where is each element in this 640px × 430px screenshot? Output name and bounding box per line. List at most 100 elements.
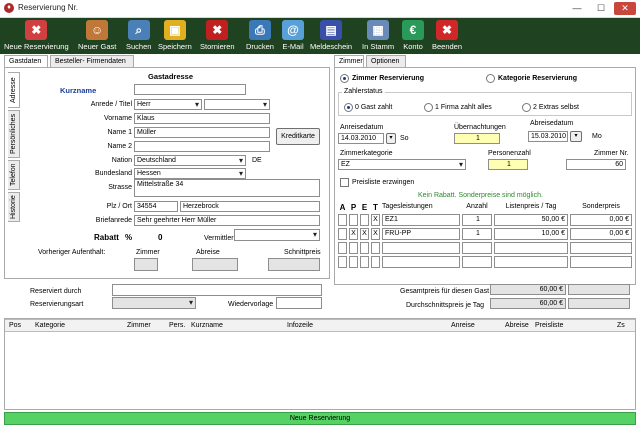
tab-optionen[interactable]: Optionen — [366, 55, 406, 67]
vtab-historie[interactable]: Historie — [8, 192, 20, 222]
minimize-button[interactable]: — — [566, 2, 588, 15]
zimmerkategorie-select[interactable]: EZ — [338, 159, 466, 170]
nation-code: DE — [252, 157, 262, 164]
reserviert-durch-input[interactable] — [112, 284, 322, 296]
services-cell-p[interactable] — [349, 256, 358, 268]
zimmer-nr-input[interactable]: 60 — [566, 159, 626, 170]
vorname-input[interactable]: Klaus — [134, 113, 270, 124]
abreise-input[interactable]: 15.03.2010 — [528, 131, 568, 142]
services-cell-t[interactable]: X — [371, 214, 380, 226]
zahl-option-2-radio[interactable] — [522, 103, 531, 112]
nation-select[interactable]: Deutschland — [134, 155, 246, 166]
bundesland-select[interactable]: Hessen — [134, 168, 246, 179]
toolbar-button-cancel[interactable]: ✖ Stornieren — [200, 18, 235, 54]
column-header[interactable]: Zimmer — [127, 322, 151, 329]
column-header[interactable]: Pos — [9, 322, 21, 329]
strasse-input[interactable]: Mittelstraße 34 — [134, 179, 320, 197]
column-header[interactable]: Kategorie — [35, 322, 65, 329]
toolbar-button-account[interactable]: € Konto — [402, 18, 424, 54]
services-cell-sonder[interactable]: 0,00 € — [570, 214, 632, 226]
services-cell-listen[interactable]: 10,00 € — [494, 228, 568, 240]
toolbar-button-exit[interactable]: ✖ Beenden — [432, 18, 462, 54]
abreise-calendar-icon[interactable]: ▾ — [570, 131, 582, 142]
column-header[interactable]: Infozeile — [287, 322, 313, 329]
services-cell-tag[interactable] — [382, 242, 460, 254]
column-header[interactable]: Abreise — [505, 322, 529, 329]
services-cell-anzahl[interactable]: 1 — [462, 228, 492, 240]
toolbar-button-printer[interactable]: ⎙ Drucken — [246, 18, 274, 54]
services-cell-p[interactable] — [349, 242, 358, 254]
anrede-select[interactable]: Herr — [134, 99, 202, 110]
titel-select[interactable] — [204, 99, 270, 110]
kurzname-input[interactable] — [134, 84, 246, 95]
column-header[interactable]: Zs — [617, 322, 625, 329]
toolbar-button-master-data[interactable]: ▦ In Stamm — [362, 18, 394, 54]
wiedervorlage-input[interactable] — [276, 297, 322, 309]
services-cell-sonder[interactable] — [570, 242, 632, 254]
toolbar-button-new-guest[interactable]: ☺ Neuer Gast — [78, 18, 116, 54]
kategorie-reservierung-radio[interactable] — [486, 74, 495, 83]
column-header[interactable]: Pers. — [169, 322, 185, 329]
services-cell-e[interactable]: X — [360, 228, 369, 240]
name2-input[interactable] — [134, 141, 270, 152]
briefanrede-input[interactable]: Sehr geehrter Herr Müller — [134, 215, 320, 226]
services-cell-listen[interactable] — [494, 256, 568, 268]
uebernachtungen-label: Übernachtungen — [454, 124, 506, 131]
toolbar-label: Konto — [403, 42, 423, 51]
tab-gastdaten[interactable]: Gastdaten — [4, 55, 48, 67]
services-cell-e[interactable] — [360, 214, 369, 226]
reservierungsart-select[interactable] — [112, 297, 196, 309]
close-window-button[interactable]: ✕ — [614, 2, 636, 15]
toolbar-button-registration-form[interactable]: ▤ Meldeschein — [310, 18, 352, 54]
services-cell-p[interactable] — [349, 214, 358, 226]
ort-input[interactable]: Herzebrock — [180, 201, 320, 212]
personenzahl-input[interactable]: 1 — [488, 159, 528, 170]
services-cell-listen[interactable]: 50,00 € — [494, 214, 568, 226]
plz-input[interactable]: 34554 — [134, 201, 178, 212]
column-header[interactable]: Kurzname — [191, 322, 223, 329]
maximize-button[interactable]: ☐ — [590, 2, 612, 15]
services-cell-e[interactable] — [360, 256, 369, 268]
uebernachtungen-input[interactable]: 1 — [454, 133, 500, 144]
services-cell-sonder[interactable]: 0,00 € — [570, 228, 632, 240]
kreditkarte-button[interactable]: Kreditkarte — [276, 128, 320, 145]
toolbar-button-email[interactable]: @ E-Mail — [282, 18, 304, 54]
column-header[interactable]: Preisliste — [535, 322, 563, 329]
toolbar-button-search[interactable]: ⌕ Suchen — [126, 18, 151, 54]
services-cell-sonder[interactable] — [570, 256, 632, 268]
column-header[interactable]: Anreise — [451, 322, 475, 329]
tab-besteller-firmendaten[interactable]: Besteller- Firmendaten — [50, 55, 134, 67]
anreise-calendar-icon[interactable]: ▾ — [386, 133, 396, 144]
name2-label: Name 2 — [107, 143, 132, 150]
services-cell-e[interactable] — [360, 242, 369, 254]
zahl-option-1-radio[interactable] — [424, 103, 433, 112]
name1-input[interactable]: Müller — [134, 127, 270, 138]
services-cell-anzahl[interactable]: 1 — [462, 214, 492, 226]
new-guest-icon: ☺ — [86, 20, 109, 40]
services-cell-t[interactable]: X — [371, 228, 380, 240]
vtab-persoenliches[interactable]: Persönliches — [8, 110, 20, 158]
services-cell-tag[interactable]: EZ1 — [382, 214, 460, 226]
preisliste-erzwingen-checkbox[interactable] — [340, 178, 349, 187]
tab-zimmer[interactable]: Zimmer — [334, 55, 364, 67]
services-cell-anzahl[interactable] — [462, 256, 492, 268]
services-cell-t[interactable] — [371, 242, 380, 254]
services-cell-a[interactable] — [338, 242, 347, 254]
services-cell-t[interactable] — [371, 256, 380, 268]
services-cell-tag[interactable] — [382, 256, 460, 268]
services-cell-listen[interactable] — [494, 242, 568, 254]
vtab-telefon[interactable]: Telefon — [8, 160, 20, 190]
zahl-option-0-radio[interactable] — [344, 103, 353, 112]
services-cell-a[interactable] — [338, 228, 347, 240]
zimmer-reservierung-radio[interactable] — [340, 74, 349, 83]
vtab-adresse[interactable]: Adresse — [8, 72, 20, 108]
services-cell-p[interactable]: X — [349, 228, 358, 240]
anreise-input[interactable]: 14.03.2010 — [338, 133, 384, 144]
services-cell-a[interactable] — [338, 214, 347, 226]
services-cell-tag[interactable]: FRÜ-PP — [382, 228, 460, 240]
toolbar-button-save[interactable]: ▣ Speichern — [158, 18, 192, 54]
services-cell-anzahl[interactable] — [462, 242, 492, 254]
vermittler-select[interactable] — [234, 229, 320, 241]
services-cell-a[interactable] — [338, 256, 347, 268]
toolbar-button-new-reservation[interactable]: ✖ Neue Reservierung — [4, 18, 69, 54]
